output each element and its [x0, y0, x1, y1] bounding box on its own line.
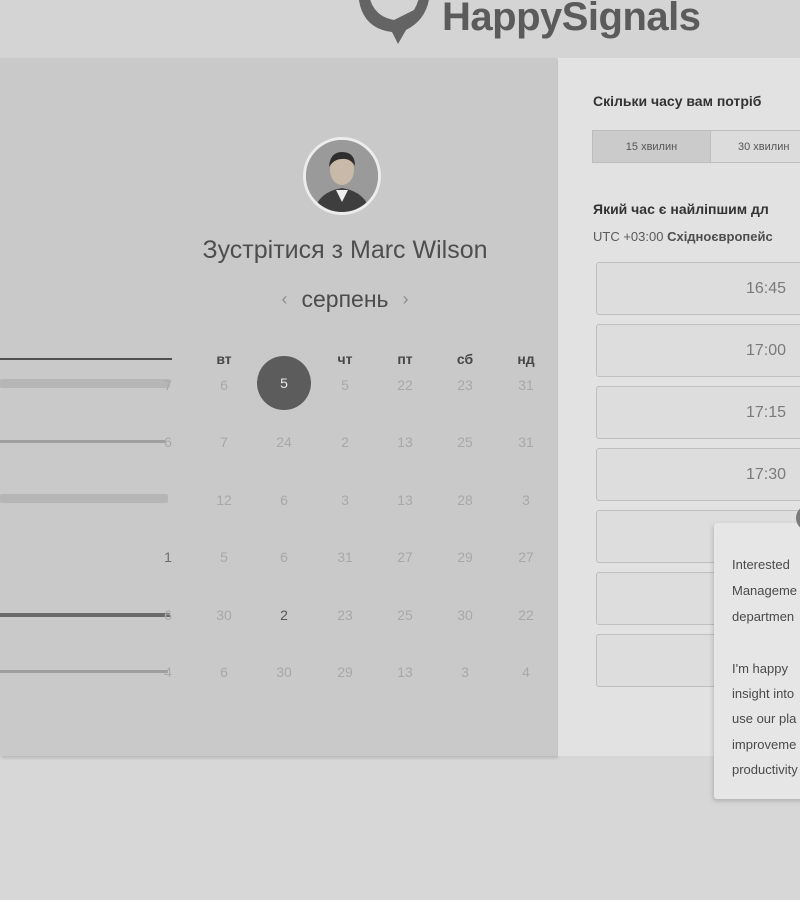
calendar-day[interactable]: 4 — [506, 664, 546, 680]
calendar-day[interactable]: 3 — [325, 492, 365, 508]
brand-name: HappySignals — [442, 0, 701, 39]
calendar-day[interactable]: 30 — [445, 607, 485, 623]
dow-thu: чт — [337, 351, 353, 367]
calendar-day[interactable]: 31 — [506, 434, 546, 450]
duration-30-button[interactable]: 30 хвилин — [711, 130, 800, 163]
calendar-day[interactable]: 29 — [445, 549, 485, 565]
calendar-day[interactable]: 22 — [506, 607, 546, 623]
calendar-day[interactable]: 25 — [445, 434, 485, 450]
calendar-day[interactable]: 24 — [264, 434, 304, 450]
person-photo-icon — [306, 140, 378, 212]
week-bar — [0, 613, 170, 617]
time-slot[interactable]: 16:45 — [596, 262, 800, 315]
chat-message-line: Interested — [732, 557, 790, 572]
calendar-day[interactable]: 13 — [385, 664, 425, 680]
calendar-day[interactable]: 6 — [204, 377, 244, 393]
time-slot[interactable]: 17:00 — [596, 324, 800, 377]
time-slot-label: 17:30 — [745, 465, 787, 483]
timezone-offset: UTC +03:00 — [593, 229, 664, 244]
month-label: серпень — [301, 286, 389, 312]
calendar-day[interactable]: 6 — [148, 607, 188, 623]
calendar-day[interactable]: 29 — [325, 664, 365, 680]
calendar-day[interactable]: 30 — [264, 664, 304, 680]
calendar-day[interactable]: 6 — [264, 549, 304, 565]
calendar-day[interactable]: 3 — [445, 664, 485, 680]
timezone-name: Східноєвропейс — [667, 229, 773, 244]
time-question: Який час є найліпшим дл — [593, 201, 769, 217]
calendar-day[interactable]: 25 — [385, 607, 425, 623]
next-month-button[interactable]: › — [403, 289, 409, 310]
time-slot-label: 17:15 — [745, 403, 787, 421]
selected-calendar-day[interactable]: 5 — [257, 356, 311, 410]
speech-bubble-logo-icon — [359, 0, 429, 44]
calendar-day[interactable]: 31 — [325, 549, 365, 565]
week-bar — [0, 494, 168, 503]
calendar-day[interactable]: 28 — [445, 492, 485, 508]
chat-message-line: insight into — [732, 686, 795, 701]
calendar-day[interactable]: 12 — [204, 492, 244, 508]
duration-15-button[interactable]: 15 хвилин — [592, 130, 711, 163]
calendar-day[interactable]: 27 — [506, 549, 546, 565]
week-bar — [0, 670, 168, 673]
chat-message-line: departmen — [732, 609, 795, 624]
calendar-day[interactable]: 7 — [204, 434, 244, 450]
dow-sat: сб — [456, 351, 474, 367]
dow-sun: нд — [517, 351, 535, 367]
calendar-day[interactable]: 1 — [148, 549, 188, 565]
calendar-day[interactable]: 23 — [445, 377, 485, 393]
chat-message-line: use our pla — [732, 711, 797, 726]
host-avatar — [303, 137, 381, 215]
calendar-day[interactable]: 23 — [325, 607, 365, 623]
previous-month-button[interactable]: ‹ — [281, 289, 287, 310]
time-slot-label: 17:00 — [745, 341, 787, 359]
calendar-day[interactable]: 13 — [385, 492, 425, 508]
calendar-day[interactable]: 27 — [385, 549, 425, 565]
duration-selector: 15 хвилин 30 хвилин — [592, 130, 800, 163]
calendar-day[interactable]: 31 — [506, 377, 546, 393]
timezone-label[interactable]: UTC +03:00 Східноєвропейс — [593, 229, 773, 244]
chat-message-line: improveme — [732, 737, 797, 752]
chat-message-line: Manageme — [732, 583, 798, 598]
chat-message-line: I'm happy — [732, 661, 788, 676]
calendar-day[interactable]: 7 — [148, 377, 188, 393]
calendar-day[interactable]: 5 — [325, 377, 365, 393]
calendar-day[interactable]: 5 — [204, 549, 244, 565]
calendar-day[interactable]: 4 — [148, 664, 188, 680]
dow-tue: вт — [216, 351, 232, 367]
chat-message-line: productivity — [732, 762, 798, 777]
calendar-day[interactable]: 6 — [264, 492, 304, 508]
calendar-day[interactable]: 2 — [325, 434, 365, 450]
brand-logo[interactable]: HappySignals — [352, 0, 701, 44]
calendar-day[interactable]: 2 — [264, 607, 304, 623]
calendar-day[interactable]: 22 — [385, 377, 425, 393]
header: HappySignals — [0, 0, 800, 58]
duration-question: Скільки часу вам потріб — [593, 93, 762, 109]
calendar-day[interactable]: 30 — [204, 607, 244, 623]
week-bar — [0, 379, 170, 388]
time-slot-label: 16:45 — [745, 279, 787, 297]
header-divider — [0, 358, 172, 360]
calendar-day[interactable]: 6 — [204, 664, 244, 680]
week-bar — [0, 440, 165, 443]
calendar-day[interactable]: 13 — [385, 434, 425, 450]
calendar-day[interactable]: 3 — [506, 492, 546, 508]
time-slot[interactable]: 17:30 — [596, 448, 800, 501]
calendar-day[interactable]: 6 — [148, 434, 188, 450]
dow-fri: пт — [397, 351, 413, 367]
time-slot[interactable]: 17:15 — [596, 386, 800, 439]
